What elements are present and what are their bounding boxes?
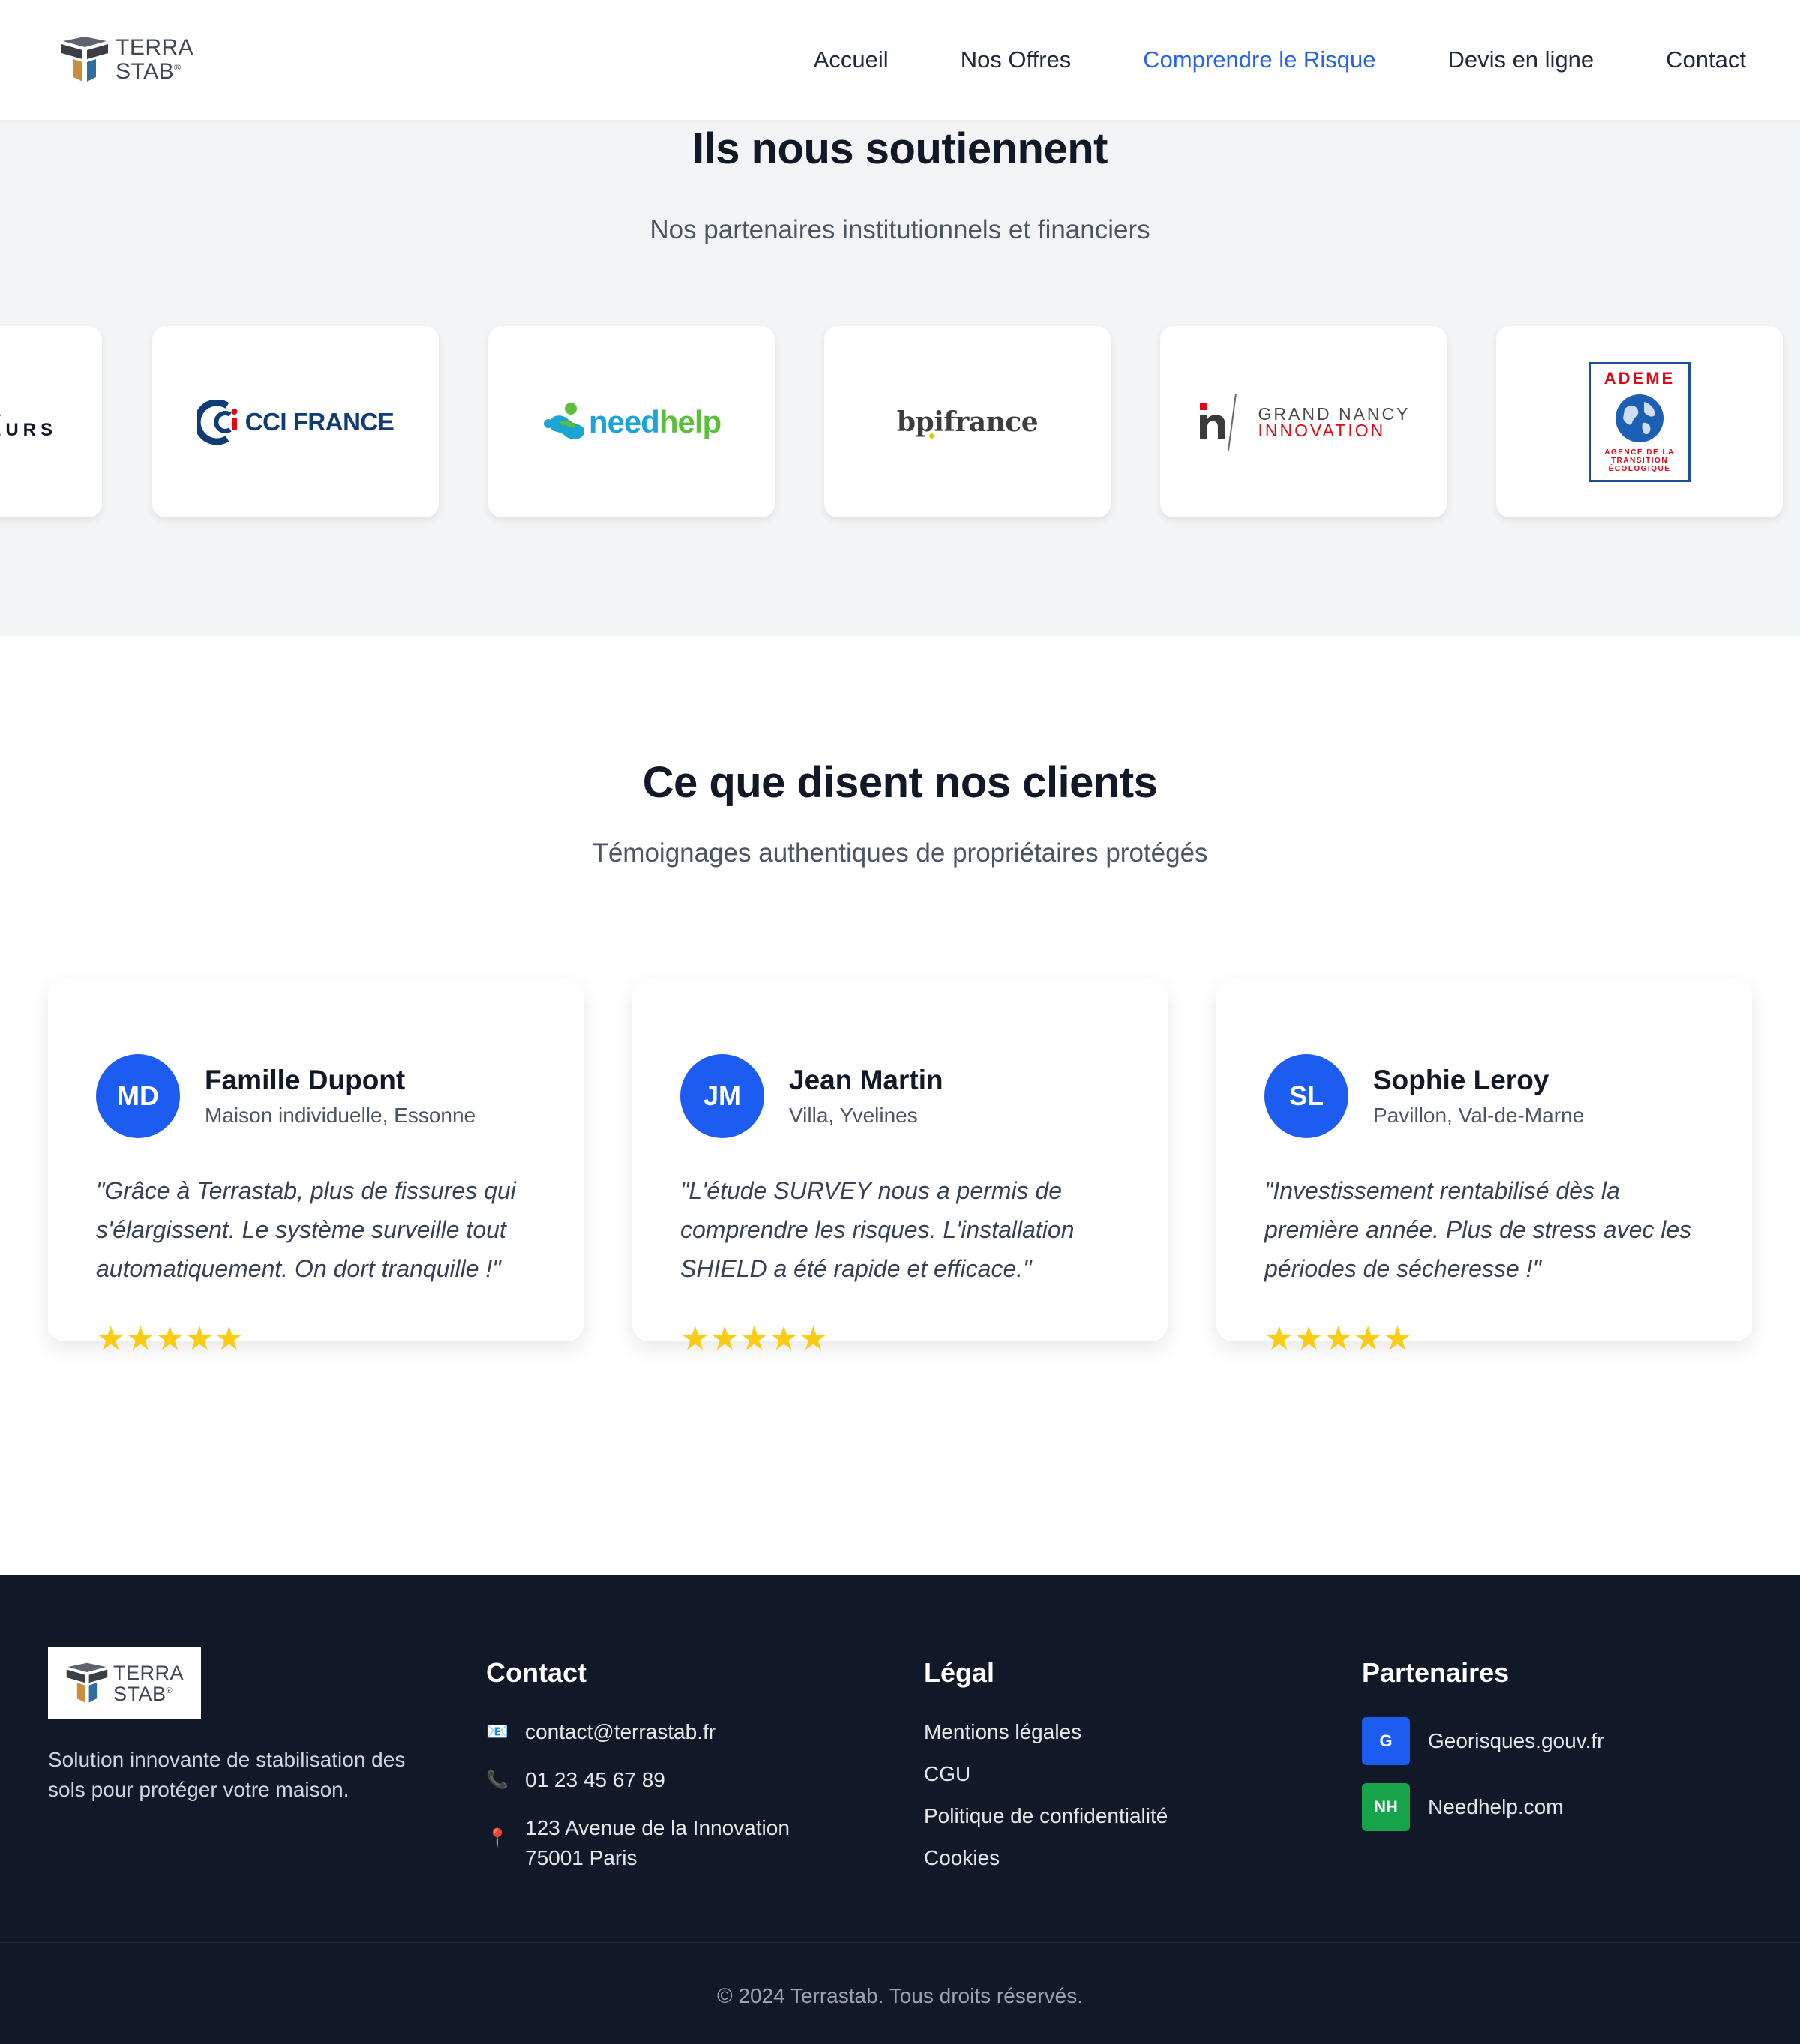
testimonial-location: Villa, Yvelines — [789, 1104, 918, 1127]
testimonial-name: Jean Martin — [789, 1065, 944, 1095]
testimonial-quote: "L'étude SURVEY nous a permis de compren… — [680, 1177, 1075, 1282]
footer-partners-heading: Partenaires — [1362, 1657, 1510, 1688]
grand-nancy-logo: GRAND NANCY INNOVATION — [1197, 392, 1411, 452]
link-cgu[interactable]: CGU — [924, 1759, 1168, 1789]
map-pin-icon: 📍 — [486, 1828, 508, 1848]
footer-description: Solution innovante de stabilisation des … — [48, 1748, 406, 1801]
footer-phone[interactable]: 📞 01 23 45 67 89 — [486, 1765, 790, 1795]
partner-card-bpifrance[interactable]: bpifrance — [824, 326, 1111, 517]
footer-divider — [0, 1942, 1800, 1943]
needhelp-mark-icon — [543, 402, 584, 439]
footer-contact: Contact 📧 contact@terrastab.fr 📞 01 23 4… — [486, 1648, 790, 1873]
ademe-title: ADEME — [1604, 368, 1676, 388]
bpifrance-logo: bpifrance — [896, 406, 1039, 439]
brand-logo[interactable]: TERRA STAB® — [60, 37, 194, 83]
footer-address: 📍 123 Avenue de la Innovation 75001 Pari… — [486, 1813, 790, 1873]
partner-card-grand-nancy[interactable]: GRAND NANCY INNOVATION — [1160, 326, 1447, 517]
star-rating-icon: ★★★★★ — [680, 1320, 829, 1357]
terrastab-logo-icon — [66, 1662, 108, 1703]
nav-accueil[interactable]: Accueil — [814, 46, 889, 73]
partner-card-cci-france[interactable]: CCI FRANCE — [152, 326, 439, 517]
needhelp-badge-icon: NH — [1362, 1783, 1410, 1831]
footer-brand: TERRA STAB® Solution innovante de stabil… — [48, 1647, 438, 1805]
site-header: TERRA STAB® Accueil Nos Offres Comprendr… — [0, 0, 1800, 120]
nav-devis-en-ligne[interactable]: Devis en ligne — [1448, 46, 1594, 73]
partners-section: Ils nous soutiennent Nos partenaires ins… — [0, 120, 1800, 636]
mail-icon: 📧 — [486, 1722, 508, 1742]
link-politique-confidentialite[interactable]: Politique de confidentialité — [924, 1801, 1168, 1831]
cci-france-logo: CCI FRANCE — [196, 399, 394, 445]
testimonial-quote: "Investissement rentabilisé dès la premi… — [1264, 1177, 1692, 1282]
testimonial-location: Maison individuelle, Essonne — [205, 1104, 476, 1127]
partner-link-needhelp[interactable]: NH Needhelp.com — [1362, 1783, 1604, 1831]
testimonials-subtitle: Témoignages authentiques de propriétaire… — [592, 838, 1208, 868]
avatar: SL — [1264, 1054, 1348, 1138]
nav-nos-offres[interactable]: Nos Offres — [961, 46, 1072, 73]
brand-line2: STAB® — [116, 59, 182, 84]
nav-contact[interactable]: Contact — [1666, 46, 1746, 73]
georisques-badge-icon: G — [1362, 1717, 1410, 1765]
bpifrance-dot — [928, 433, 934, 439]
needhelp-logo: need help — [542, 401, 722, 443]
cci-mark-icon — [196, 399, 238, 445]
testimonial-name: Famille Dupont — [205, 1065, 406, 1095]
testimonials-title: Ce que disent nos clients — [642, 758, 1158, 807]
partial-partner-logo: E EURS — [0, 401, 57, 440]
avatar: JM — [680, 1054, 764, 1138]
ademe-logo: ADEME AGENCE DE LA TRANSITION ÉCOLOGIQUE — [1588, 361, 1690, 482]
testimonial-quote: "Grâce à Terrastab, plus de fissures qui… — [96, 1177, 516, 1282]
partner-card-ademe[interactable]: ADEME AGENCE DE LA TRANSITION ÉCOLOGIQUE — [1496, 326, 1783, 517]
copyright-text: © 2024 Terrastab. Tous droits réservés. — [716, 1984, 1084, 2007]
brand-line1: TERRA — [116, 35, 194, 60]
footer-email[interactable]: 📧 contact@terrastab.fr — [486, 1717, 790, 1747]
phone-icon: 📞 — [486, 1770, 508, 1790]
footer-partners: Partenaires G Georisques.gouv.fr NH Need… — [1362, 1648, 1604, 1831]
testimonial-card: SL Sophie Leroy Pavillon, Val-de-Marne "… — [1216, 979, 1752, 1357]
partners-subtitle: Nos partenaires institutionnels et finan… — [650, 215, 1150, 244]
link-mentions-legales[interactable]: Mentions légales — [924, 1717, 1168, 1747]
partner-card-partial[interactable]: E EURS — [0, 326, 102, 517]
testimonial-card: MD Famille Dupont Maison individuelle, E… — [48, 979, 584, 1357]
footer-contact-heading: Contact — [486, 1657, 586, 1688]
footer-logo[interactable]: TERRA STAB® — [48, 1647, 201, 1719]
avatar: MD — [96, 1054, 180, 1138]
globe-icon — [1616, 394, 1664, 442]
grand-nancy-mark-icon — [1199, 393, 1237, 451]
footer-legal-heading: Légal — [924, 1657, 995, 1688]
site-footer: TERRA STAB® Solution innovante de stabil… — [0, 1575, 1800, 2044]
link-cookies[interactable]: Cookies — [924, 1843, 1168, 1873]
partners-title: Ils nous soutiennent — [692, 124, 1108, 173]
testimonials-section: Ce que disent nos clients Témoignages au… — [0, 636, 1800, 1575]
star-rating-icon: ★★★★★ — [1264, 1320, 1413, 1357]
star-rating-icon: ★★★★★ — [96, 1320, 244, 1357]
grand-nancy-line1: GRAND NANCY — [1258, 403, 1411, 424]
main-nav: Accueil Nos Offres Comprendre le Risque … — [742, 46, 1746, 73]
testimonial-name: Sophie Leroy — [1373, 1065, 1550, 1095]
nav-comprendre-le-risque[interactable]: Comprendre le Risque — [1143, 46, 1376, 73]
grand-nancy-line2: INNOVATION — [1258, 420, 1386, 440]
partner-link-georisques[interactable]: G Georisques.gouv.fr — [1362, 1717, 1604, 1765]
footer-legal: Légal Mentions légales CGU Politique de … — [924, 1648, 1168, 1873]
testimonial-card: JM Jean Martin Villa, Yvelines "L'étude … — [632, 979, 1168, 1357]
terrastab-logo-icon — [62, 37, 108, 82]
testimonial-location: Pavillon, Val-de-Marne — [1373, 1104, 1585, 1127]
partner-card-needhelp[interactable]: need help — [488, 326, 775, 517]
